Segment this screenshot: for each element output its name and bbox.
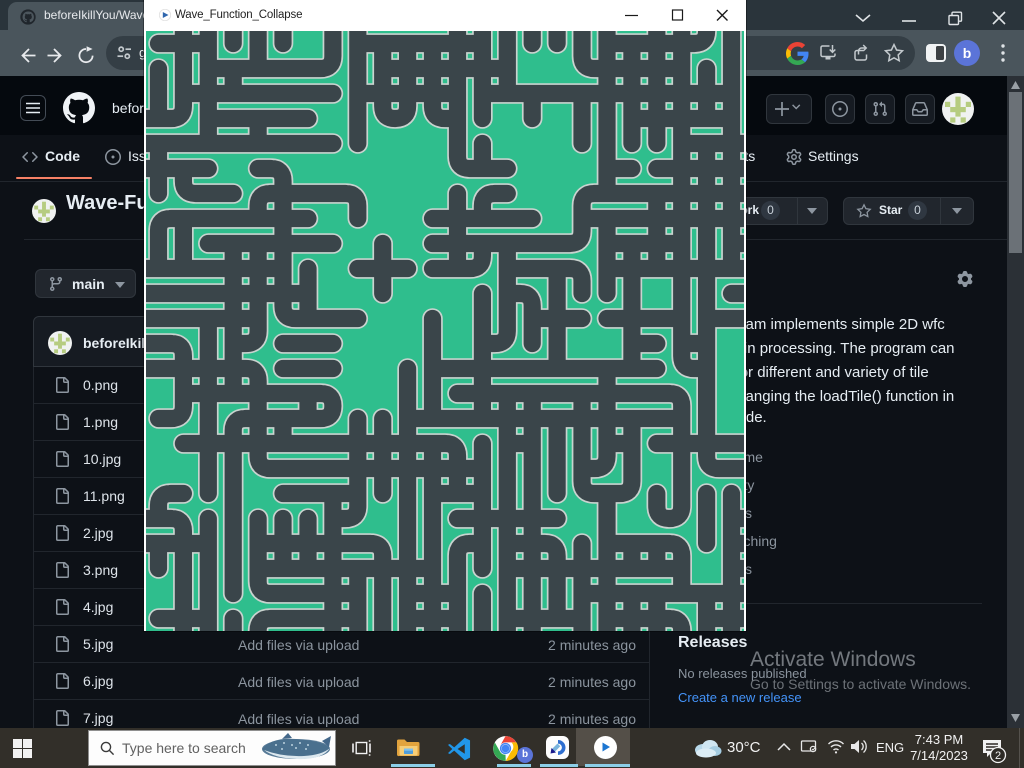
svg-text:2: 2 [995, 750, 1001, 762]
